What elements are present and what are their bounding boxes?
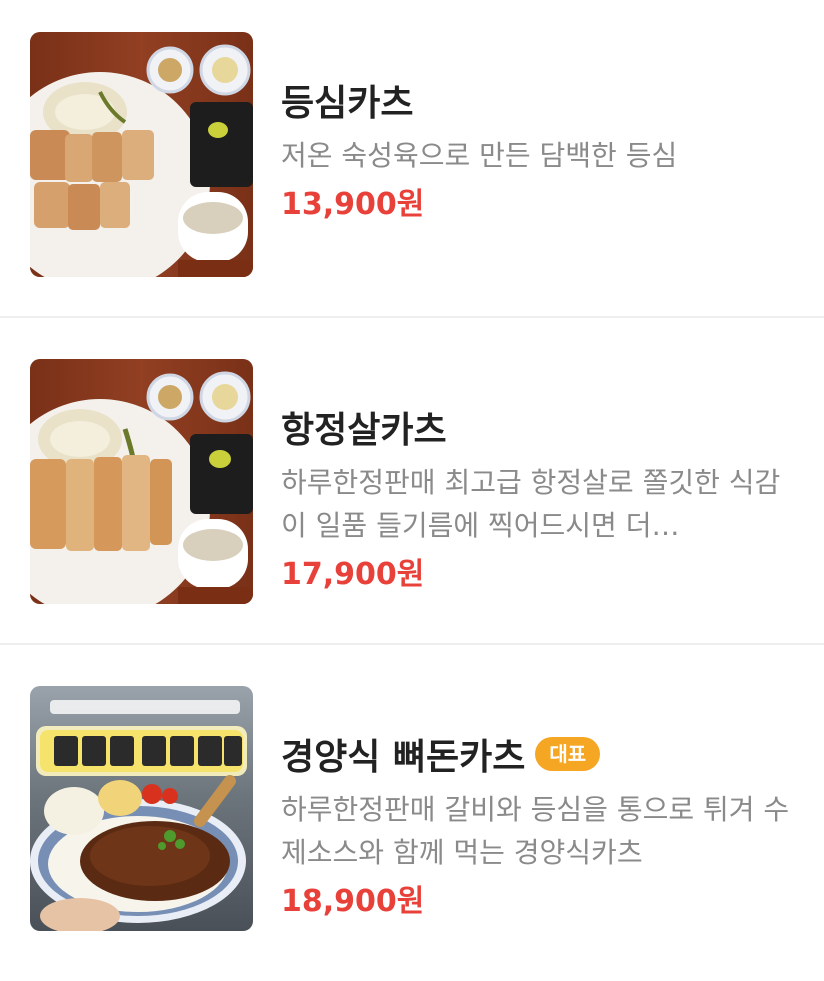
menu-item-image [30, 686, 253, 931]
menu-item-description: 하루한정판매 갈비와 등심을 통으로 튀겨 수제소스와 함께 먹는 경양식카츠 [281, 793, 790, 869]
menu-item-hangjeongsal-katsu[interactable]: 항정살카츠 하루한정판매 최고급 항정살로 쫄깃한 식감이 일품 들기름에 찍어… [0, 327, 824, 654]
menu-item-name: 항정살카츠 [281, 410, 447, 451]
menu-item-description: 하루한정판매 최고급 항정살로 쫄깃한 식감이 일품 들기름에 찍어드시면 더… [281, 466, 781, 542]
menu-item-info: 등심카츠 저온 숙성육으로 만든 담백한 등심 13,900원 [281, 72, 801, 225]
menu-item-info: 항정살카츠 하루한정판매 최고급 항정살로 쫄깃한 식감이 일품 들기름에 찍어… [281, 399, 801, 595]
menu-item-deungsim-katsu[interactable]: 등심카츠 저온 숙성육으로 만든 담백한 등심 13,900원 [0, 0, 824, 327]
menu-item-image [30, 359, 253, 604]
menu-item-price: 17,900원 [281, 557, 425, 592]
menu-item-image [30, 32, 253, 277]
menu-item-name-row: 항정살카츠 [281, 399, 801, 455]
menu-item-name: 등심카츠 [281, 83, 414, 124]
menu-item-gyeongyangsik-ppyeodon-katsu[interactable]: 경양식 뼈돈카츠 대표 하루한정판매 갈비와 등심을 통으로 튀겨 수제소스와 … [0, 654, 824, 981]
menu-item-name-row: 경양식 뼈돈카츠 대표 [281, 726, 801, 782]
menu-item-name: 경양식 뼈돈카츠 [281, 737, 526, 778]
pork-cutlet-plate-photo-icon [30, 359, 253, 604]
divider [0, 316, 824, 318]
menu-item-name-row: 등심카츠 [281, 72, 801, 128]
menu-item-info: 경양식 뼈돈카츠 대표 하루한정판매 갈비와 등심을 통으로 튀겨 수제소스와 … [281, 726, 801, 922]
menu-item-price: 13,900원 [281, 187, 425, 222]
bone-in-cutlet-photo-icon [30, 686, 253, 931]
menu-item-price: 18,900원 [281, 884, 425, 919]
signature-badge: 대표 [535, 737, 601, 771]
divider [0, 643, 824, 645]
pork-cutlet-plate-photo-icon [30, 32, 253, 277]
menu-item-description: 저온 숙성육으로 만든 담백한 등심 [281, 139, 678, 172]
